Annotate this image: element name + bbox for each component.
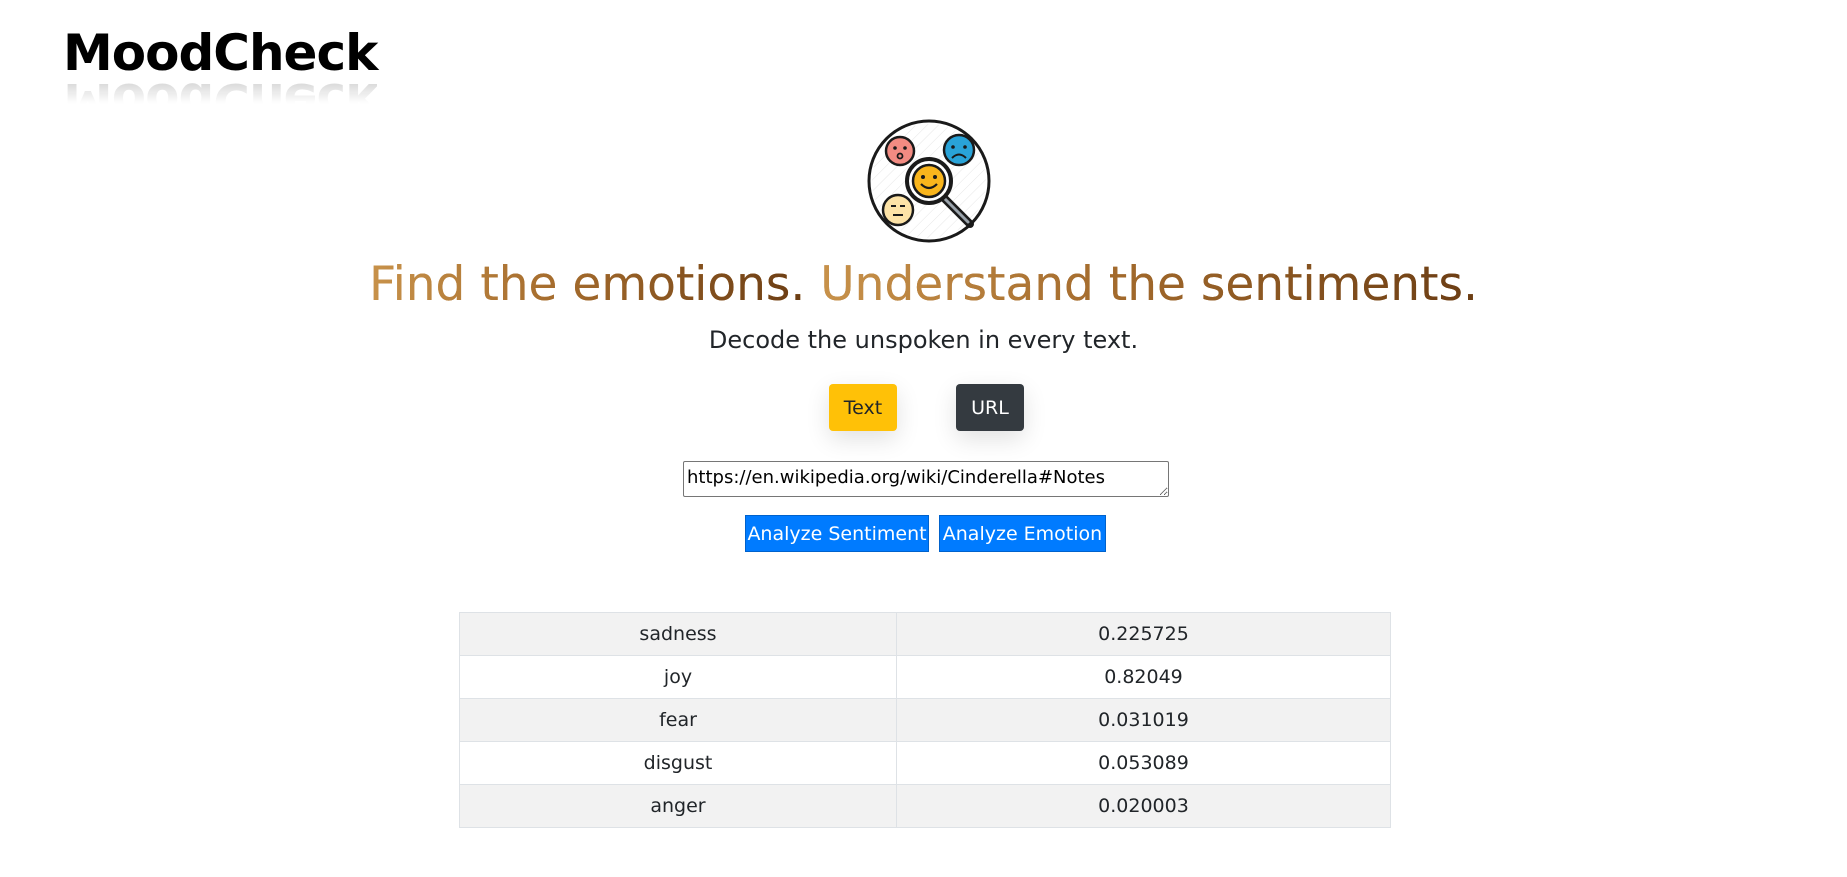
emotion-name-cell: fear <box>459 698 897 742</box>
emotion-name-cell: anger <box>459 784 897 828</box>
emotion-name-cell: joy <box>459 655 897 699</box>
emotion-score-cell: 0.225725 <box>896 612 1391 656</box>
emotion-score-cell: 0.82049 <box>896 655 1391 699</box>
headline-part-1: Find the emotions. <box>369 257 806 312</box>
url-input[interactable]: https://en.wikipedia.org/wiki/Cinderella… <box>683 461 1169 497</box>
emotion-results-table: sadness 0.225725 joy 0.82049 fear 0.0310… <box>459 612 1391 828</box>
analyze-sentiment-button[interactable]: Analyze Sentiment <box>745 515 929 552</box>
emotion-name-cell: disgust <box>459 741 897 785</box>
page: MoodCheck MoodCheck Find the emotions. U… <box>0 0 1847 877</box>
logo-reflection: MoodCheck <box>63 72 378 130</box>
table-row: fear 0.031019 <box>459 698 1391 742</box>
table-row: anger 0.020003 <box>459 784 1391 828</box>
emotion-score-cell: 0.031019 <box>896 698 1391 742</box>
text-mode-button[interactable]: Text <box>829 384 897 431</box>
page-headline: Find the emotions. Understand the sentim… <box>0 250 1847 320</box>
analyze-emotion-button[interactable]: Analyze Emotion <box>939 515 1106 552</box>
emotion-magnifier-icon <box>866 118 992 244</box>
table-row: joy 0.82049 <box>459 655 1391 699</box>
table-row: sadness 0.225725 <box>459 612 1391 656</box>
table-row: disgust 0.053089 <box>459 741 1391 785</box>
page-subheadline: Decode the unspoken in every text. <box>708 326 1139 354</box>
app-logo[interactable]: MoodCheck MoodCheck <box>63 20 378 130</box>
emotion-name-cell: sadness <box>459 612 897 656</box>
headline-part-2: Understand the sentiments. <box>820 257 1478 312</box>
emotion-score-cell: 0.053089 <box>896 741 1391 785</box>
emotion-score-cell: 0.020003 <box>896 784 1391 828</box>
url-mode-button[interactable]: URL <box>956 384 1024 431</box>
